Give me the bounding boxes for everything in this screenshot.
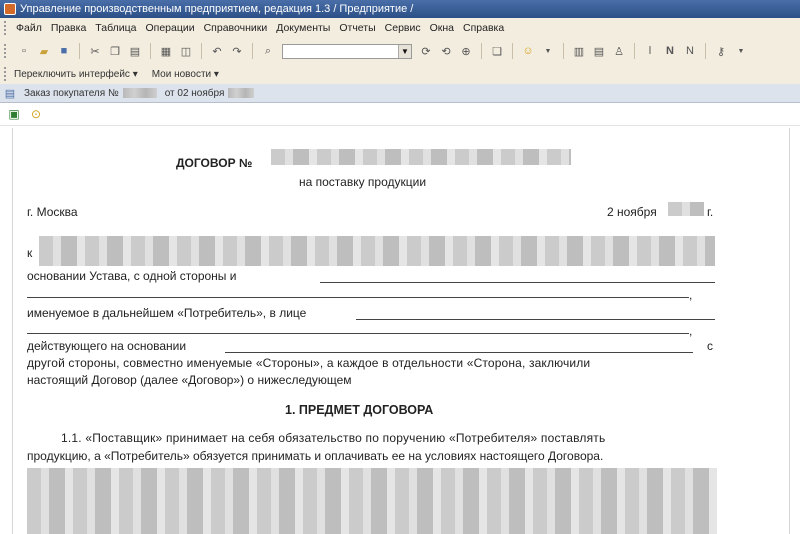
find-prev-icon[interactable]: ⟲ [439, 44, 453, 58]
search-combo[interactable]: ▼ [282, 43, 412, 59]
table-icon[interactable]: ▣ [6, 106, 22, 122]
window-title: Управление производственным предприятием… [20, 3, 414, 15]
redacted-party-name [39, 236, 715, 266]
menu-windows[interactable]: Окна [430, 22, 454, 34]
text-line-2: именуемое в дальнейшем «Потребитель», в … [27, 306, 307, 320]
toolbar-separator [563, 43, 564, 59]
toolbar-grip [4, 67, 10, 81]
text-line-5: настоящий Договор (далее «Договор») о ни… [27, 373, 352, 387]
text-line-4: другой стороны, совместно именуемые «Сто… [27, 356, 591, 370]
chevron-down-icon[interactable]: ▼ [734, 44, 748, 58]
preview-icon[interactable]: ◫ [179, 44, 193, 58]
menu-documents[interactable]: Документы [276, 22, 330, 34]
toolbar-separator [512, 43, 513, 59]
menu-table[interactable]: Таблица [95, 22, 136, 34]
document-icon: ▤ [4, 87, 16, 100]
secondary-toolbar: Переключить интерфейс ▾ Мои новости ▾ [0, 64, 800, 85]
redacted-number [122, 88, 157, 98]
document-date: 2 ноября [607, 205, 657, 219]
blank-line [27, 297, 689, 298]
stop-icon[interactable]: ⊙ [28, 106, 44, 122]
city: г. Москва [27, 205, 78, 219]
document-title: ДОГОВОР № [176, 156, 253, 170]
toolbar-separator [252, 43, 253, 59]
redacted-year [668, 202, 704, 216]
document-tab-date: от 02 ноября [164, 87, 225, 99]
year-suffix: г. [707, 205, 714, 219]
toolbar-grip [4, 44, 10, 58]
menu-help[interactable]: Справка [463, 22, 504, 34]
paragraph-1-line-2: продукцию, а «Потребитель» обязуется при… [27, 449, 604, 463]
chevron-down-icon[interactable]: ▼ [541, 44, 555, 58]
blank-line [225, 352, 693, 353]
menu-references[interactable]: Справочники [204, 22, 268, 34]
section-1-title: 1. ПРЕДМЕТ ДОГОВОРА [285, 403, 434, 417]
print-icon[interactable]: ▦ [159, 44, 173, 58]
redacted-contract-number [271, 149, 571, 165]
text-line-3-end: с [707, 339, 713, 353]
app-icon [4, 3, 16, 15]
toolbar-separator [634, 43, 635, 59]
paragraph-1-line-1: 1.1. «Поставщик» принимает на себя обяза… [61, 431, 606, 445]
toolbar-separator [201, 43, 202, 59]
menu-service[interactable]: Сервис [385, 22, 421, 34]
window-titlebar: Управление производственным предприятием… [0, 0, 800, 18]
document-tab-label: Заказ покупателя № [24, 87, 119, 99]
toolbar-separator [150, 43, 151, 59]
redacted-text-block [27, 468, 717, 534]
text-line-3: действующего на основании [27, 339, 187, 353]
blank-line [320, 282, 715, 283]
toolbar-separator [481, 43, 482, 59]
open-folder-icon[interactable]: ▰ [37, 44, 51, 58]
chevron-down-icon[interactable]: ▼ [398, 44, 411, 58]
switch-interface-button[interactable]: Переключить интерфейс ▾ [14, 69, 138, 80]
k-letter: к [27, 246, 33, 260]
text-line-1: основании Устава, с одной стороны и [27, 269, 237, 283]
search-icon[interactable]: ⌕ [261, 44, 275, 58]
toolbar-separator [705, 43, 706, 59]
main-toolbar: ▫ ▰ ■ ✂ ❐ ▤ ▦ ◫ ↶ ↷ ⌕ ▼ ⟳ ⟲ ⊕ ❏ ☺ ▼ ▥ ▤ … [0, 38, 800, 65]
menu-operations[interactable]: Операции [145, 22, 194, 34]
copy-icon[interactable]: ❐ [108, 44, 122, 58]
calculator-icon[interactable]: ▥ [572, 44, 586, 58]
document-page: ДОГОВОР № на поставку продукции г. Москв… [12, 128, 790, 534]
calendar-icon[interactable]: ▤ [592, 44, 606, 58]
smiley-icon[interactable]: ☺ [521, 44, 535, 58]
font-size-icon[interactable]: Ɩ [643, 44, 657, 58]
key-icon[interactable]: ⚷ [714, 44, 728, 58]
switch-interface-label: Переключить интерфейс [14, 68, 130, 80]
menu-reports[interactable]: Отчеты [339, 22, 375, 34]
document-tab[interactable]: ▤ Заказ покупателя № от 02 ноября [0, 84, 800, 103]
copy-page-icon[interactable]: ❏ [490, 44, 504, 58]
redacted-year [228, 88, 255, 98]
undo-icon[interactable]: ↶ [210, 44, 224, 58]
blank-line [356, 319, 715, 320]
redo-icon[interactable]: ↷ [230, 44, 244, 58]
menu-edit[interactable]: Правка [51, 22, 86, 34]
italic-icon[interactable]: N [683, 44, 697, 58]
find-next-icon[interactable]: ⟳ [419, 44, 433, 58]
menu-grip [4, 21, 10, 35]
menu-file[interactable]: Файл [16, 22, 42, 34]
users-icon[interactable]: ♙ [612, 44, 626, 58]
paste-icon[interactable]: ▤ [128, 44, 142, 58]
cut-icon[interactable]: ✂ [88, 44, 102, 58]
comma: , [689, 288, 693, 302]
save-icon[interactable]: ■ [57, 44, 71, 58]
my-news-button[interactable]: Мои новости ▾ [152, 69, 219, 80]
blank-line [27, 333, 689, 334]
comma: , [689, 324, 693, 338]
bold-icon[interactable]: N [663, 44, 677, 58]
toolbar-separator [79, 43, 80, 59]
my-news-label: Мои новости [151, 68, 212, 80]
zoom-icon[interactable]: ⊕ [459, 44, 473, 58]
new-document-icon[interactable]: ▫ [17, 44, 31, 58]
document-subtitle: на поставку продукции [299, 175, 427, 189]
menu-bar: Файл Правка Таблица Операции Справочники… [0, 18, 800, 39]
document-icons-bar: ▣ ⊙ [0, 103, 800, 126]
